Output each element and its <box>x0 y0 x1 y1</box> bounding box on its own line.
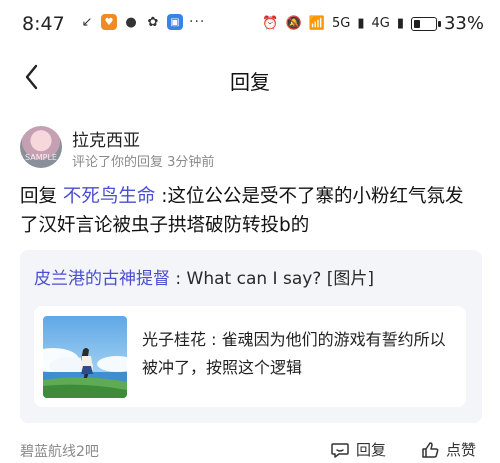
network-type-4g: 4G <box>371 16 390 31</box>
like-button[interactable]: 点赞 <box>420 439 476 460</box>
signal-icon: ▮ <box>357 16 365 31</box>
quote-author[interactable]: 皮兰港的古神提督 <box>34 269 170 289</box>
thumbs-up-icon <box>422 441 439 458</box>
quote-text: : What can I say? [图片] <box>170 269 374 289</box>
battery-icon <box>410 16 441 31</box>
original-author[interactable]: 光子桂花 <box>142 330 206 349</box>
nav-bar: 回复 <box>0 52 500 102</box>
app-notification-icon: ♥ <box>101 14 117 30</box>
comment-meta: 评论了你的回复 3分钟前 <box>72 155 215 170</box>
message-app-icon: ▣ <box>167 14 183 30</box>
reply-prefix: 回复 <box>20 186 63 207</box>
signal-icon-2: ▮ <box>396 16 404 31</box>
battery-percent: 33% <box>443 13 484 34</box>
battery-fill <box>413 19 420 28</box>
network-type-5g: 5G <box>331 16 351 31</box>
avatar[interactable]: SAMPLE <box>20 126 62 168</box>
system-icons: ⏰ 🔕 📶 5G ▮ 4G ▮ 33% <box>262 13 484 34</box>
alarm-icon: ⏰ <box>262 16 279 31</box>
circle-app-icon: ● <box>125 14 137 30</box>
thumbnail-image <box>43 316 127 398</box>
mention-link[interactable]: 不死鸟生命 <box>63 186 156 207</box>
page-title: 回复 <box>230 70 270 94</box>
quote-line: 皮兰港的古神提督 : What can I say? [图片] <box>34 264 374 289</box>
original-post-card[interactable]: 光子桂花 : 雀魂因为他们的游戏有誓约所以被冲了，按照这个逻辑 <box>34 306 466 407</box>
wechat-icon: ✿ <box>147 14 159 30</box>
missed-call-icon: ↙ <box>81 14 93 30</box>
forum-name[interactable]: 碧蓝航线2吧 <box>20 441 99 461</box>
post-thumbnail[interactable] <box>43 316 127 398</box>
wifi-icon: 📶 <box>308 16 325 31</box>
username[interactable]: 拉克西亚 <box>72 126 140 151</box>
notification-icons: ↙ ♥ ● ✿ ▣ ··· <box>79 14 205 30</box>
status-bar: 8:47 ↙ ♥ ● ✿ ▣ ··· ⏰ 🔕 📶 5G ▮ 4G ▮ 33% <box>0 0 500 46</box>
avatar-watermark: SAMPLE <box>25 153 57 162</box>
comment-icon <box>331 442 349 458</box>
reply-button[interactable]: 回复 <box>330 439 386 460</box>
more-notifications-icon: ··· <box>189 14 206 30</box>
mute-icon: 🔕 <box>285 16 302 31</box>
reply-content: 回复 不死鸟生命 :这位公公是受不了寨的小粉红气氛发了汉奸言论被虫子拱塔破防转投… <box>20 182 482 240</box>
status-time: 8:47 <box>22 13 65 35</box>
quoted-post[interactable]: 皮兰港的古神提督 : What can I say? [图片] 光子桂花: 雀… <box>20 250 482 423</box>
original-post-text: 光子桂花 : 雀魂因为他们的游戏有誓约所以被冲了，按照这个逻辑 <box>142 326 458 382</box>
like-button-label: 点赞 <box>446 441 477 459</box>
reply-button-label: 回复 <box>356 441 387 459</box>
